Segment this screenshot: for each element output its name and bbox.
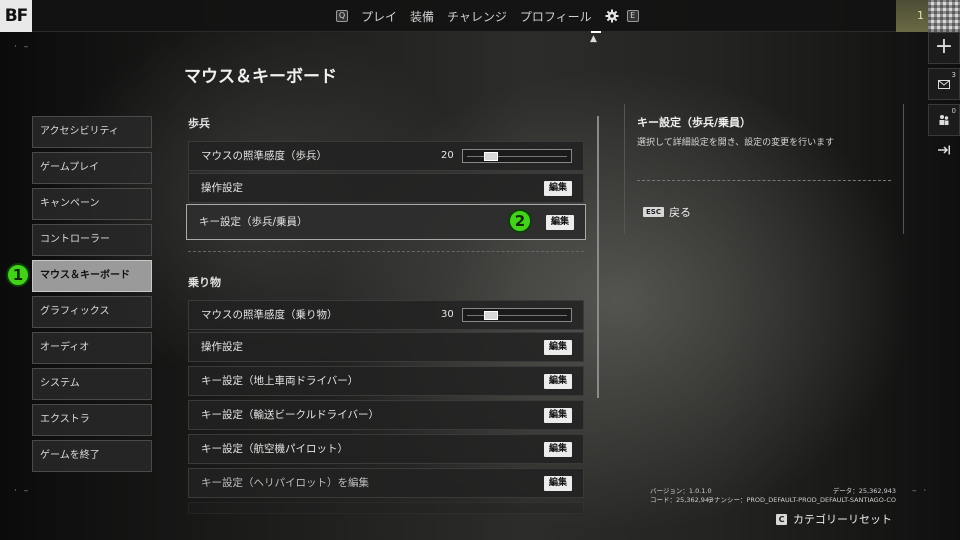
vehicle-controls-row[interactable]: 操作設定 編集 [188,332,584,362]
row-label: マウスの照準感度（乗り物） [201,309,338,321]
info-description: 選択して詳細設定を開き、設定の変更を行います [637,138,835,148]
nav-caret-icon: ▲ [590,34,597,44]
nav-challenges[interactable]: チャレンジ [447,8,507,25]
sidebar-item-controller[interactable]: コントローラー [32,224,152,256]
infantry-sensitivity-value: 20 [441,150,454,161]
settings-gear-icon[interactable] [605,9,619,23]
sidebar-item-accessibility[interactable]: アクセシビリティ [32,116,152,148]
squad-count: 0 [951,107,956,115]
player-avatar[interactable] [928,0,960,32]
slider-knob[interactable] [484,311,498,320]
nav-profile[interactable]: プロフィール [520,8,592,25]
settings-category-menu: アクセシビリティ ゲームプレイ キャンペーン コントローラー マウス＆キーボード… [32,116,152,476]
game-logo: BF [0,0,32,32]
edit-button[interactable]: 編集 [543,374,572,389]
page-title: マウス＆キーボード [184,67,337,87]
squad-icon [939,115,949,125]
vehicle-aircraft-pilot-row[interactable]: キー設定（航空機パイロット） 編集 [188,434,584,464]
section-infantry-label: 歩兵 [188,117,210,130]
version-text: バージョン：1.0.1.0 [650,487,712,495]
vehicle-heli-pilot-row[interactable]: キー設定（ヘリパイロット）を編集 編集 [188,468,584,498]
sidebar-item-mouse-keyboard[interactable]: マウス＆キーボード [32,260,152,292]
sidebar-item-gameplay[interactable]: ゲームプレイ [32,152,152,184]
sidebar-item-campaign[interactable]: キャンペーン [32,188,152,220]
nav-play[interactable]: プレイ [361,8,397,25]
back-button[interactable]: ESC 戻る [643,204,691,220]
annotation-badge-1: 1 [6,263,30,287]
edit-button[interactable]: 編集 [543,181,572,196]
active-nav-indicator [591,31,601,33]
edit-button[interactable]: 編集 [545,215,574,230]
edit-button[interactable]: 編集 [543,408,572,423]
slider-knob[interactable] [484,152,498,161]
section-divider [188,251,584,252]
player-level-badge[interactable]: 1 [896,0,928,32]
row-label: 操作設定 [201,341,243,353]
corner-mark: · – [14,42,31,52]
top-bar: BF Q プレイ 装備 チャレンジ プロフィール E 1 [0,0,960,32]
add-friend-button[interactable]: + [928,32,960,64]
row-label: キー設定（歩兵/乗員） [199,216,308,228]
plus-icon: + [934,34,954,59]
vehicle-transport-driver-row[interactable]: キー設定（輸送ビークルドライバー） 編集 [188,400,584,430]
list-fade-row [188,502,584,514]
version-info: バージョン：1.0.1.0 コード：25,362,943 データ：25,362,… [620,487,900,505]
exit-icon [938,145,950,155]
info-divider [637,180,891,181]
edit-button[interactable]: 編集 [543,476,572,491]
sidebar-item-system[interactable]: システム [32,368,152,400]
reset-label: カテゴリーリセット [793,513,892,526]
esc-key: ESC [643,207,664,217]
sidebar-item-graphics[interactable]: グラフィックス [32,296,152,328]
infantry-sensitivity-row[interactable]: マウスの照準感度（歩兵） 20 [188,141,584,171]
vehicle-ground-driver-row[interactable]: キー設定（地上車両ドライバー） 編集 [188,366,584,396]
reset-key: C [776,513,787,525]
row-label: キー設定（航空機パイロット） [201,443,348,455]
annotation-badge-2: 2 [508,209,532,233]
vehicle-sensitivity-value: 30 [441,309,454,320]
mail-button[interactable]: 3 [928,68,960,100]
sidebar-item-audio[interactable]: オーディオ [32,332,152,364]
nav-right-key: E [626,10,639,22]
tenancy-text: テナンシー：PROD_DEFAULT-PROD_DEFAULT-SANTIAGO… [707,496,896,504]
settings-scrollbar[interactable] [597,116,599,398]
row-label: キー設定（輸送ビークルドライバー） [201,409,379,421]
row-label: キー設定（地上車両ドライバー） [201,375,359,387]
sidebar-item-extras[interactable]: エクストラ [32,404,152,436]
sidebar-item-quit-game[interactable]: ゲームを終了 [32,440,152,472]
squad-button[interactable]: 0 [928,104,960,136]
mail-icon [938,80,950,89]
vehicle-sensitivity-row[interactable]: マウスの照準感度（乗り物） 30 [188,300,584,330]
infantry-controls-row[interactable]: 操作設定 編集 [188,173,584,203]
category-reset-button[interactable]: C カテゴリーリセット [776,511,892,527]
edit-button[interactable]: 編集 [543,340,572,355]
nav-equipment[interactable]: 装備 [410,8,434,25]
back-label: 戻る [668,206,691,219]
row-label: キー設定（ヘリパイロット）を編集 [201,477,369,489]
info-title: キー設定（歩兵/乗員） [637,116,752,129]
vehicle-sensitivity-slider[interactable] [462,308,572,322]
main-nav: Q プレイ 装備 チャレンジ プロフィール E [336,0,639,32]
corner-mark: · – [14,486,31,496]
row-label: マウスの照準感度（歩兵） [201,150,327,162]
row-label: 操作設定 [201,182,243,194]
infantry-sensitivity-slider[interactable] [462,149,572,163]
nav-left-key: Q [336,10,348,22]
section-vehicles-label: 乗り物 [188,276,221,289]
corner-mark: – · [912,486,929,496]
code-text: コード：25,362,943 [650,496,714,504]
data-text: データ：25,362,943 [832,487,896,495]
mail-count: 3 [951,71,956,79]
info-panel: キー設定（歩兵/乗員） 選択して詳細設定を開き、設定の変更を行います ESC 戻… [624,104,904,234]
edit-button[interactable]: 編集 [543,442,572,457]
exit-button[interactable] [928,140,960,172]
